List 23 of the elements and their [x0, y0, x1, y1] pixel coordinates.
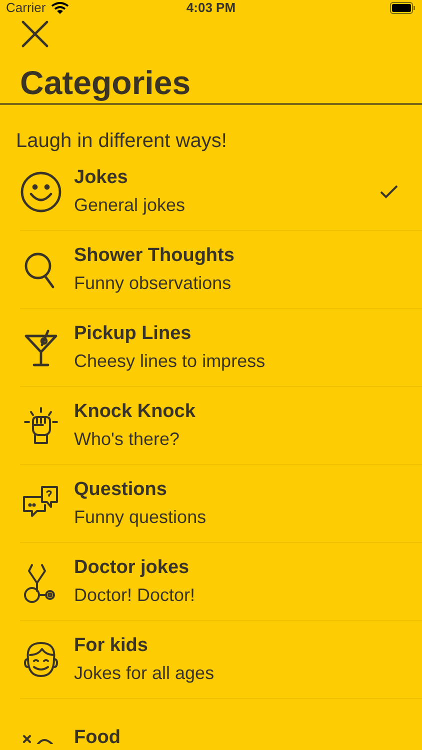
category-title[interactable]: Food	[74, 726, 398, 748]
close-button[interactable]	[20, 19, 50, 49]
category-title[interactable]: Knock Knock	[74, 401, 398, 423]
category-description: Funny observations	[74, 273, 232, 294]
category-title[interactable]: Questions	[74, 479, 398, 501]
category-title[interactable]: Jokes	[74, 167, 380, 189]
category-description: Funny questions	[74, 507, 208, 528]
category-title[interactable]: For kids	[74, 635, 398, 657]
category-title[interactable]: Shower Thoughts	[74, 245, 398, 267]
category-title[interactable]: Doctor jokes	[74, 557, 398, 579]
category-description: Cheesy lines to impress	[74, 351, 266, 372]
category-title[interactable]: Pickup Lines	[74, 323, 398, 345]
section-subtitle: Laugh in different ways!	[15, 129, 228, 153]
category-description: Who's there?	[74, 429, 180, 450]
category-description: General jokes	[74, 195, 186, 216]
clock-time: 4:03 PM	[186, 0, 236, 15]
category-description: Jokes for all ages	[74, 663, 216, 684]
category-description: Doctor! Doctor!	[74, 585, 196, 606]
battery-icon	[390, 2, 416, 14]
smiley-icon	[20, 170, 62, 212]
carrier-label: Carrier	[6, 0, 46, 15]
page-title: Categories	[20, 63, 192, 103]
wifi-icon	[50, 2, 69, 14]
